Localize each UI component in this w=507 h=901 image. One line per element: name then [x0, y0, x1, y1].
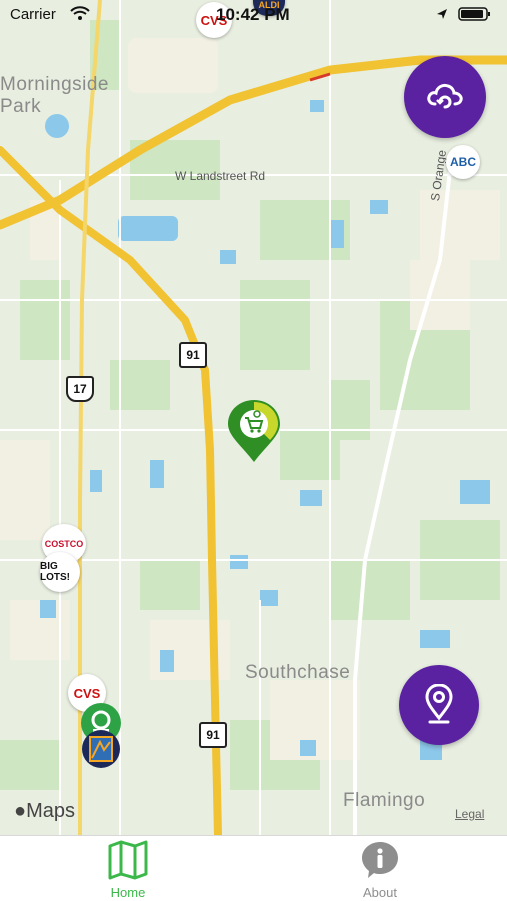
wifi-icon [70, 6, 90, 25]
place-label-flamingo: Flamingo [343, 790, 426, 811]
maps-attribution-label: Maps [26, 800, 75, 822]
cloud-refresh-icon [427, 83, 463, 109]
carrier-label: Carrier [10, 6, 56, 23]
location-pin-icon [425, 684, 453, 724]
my-location-button[interactable] [399, 665, 479, 745]
tab-bar: Home About [0, 835, 507, 901]
map-view[interactable]: Morningside Park Southchase Flamingo W L… [0, 0, 507, 835]
tab-home-label: Home [110, 885, 146, 900]
aldi-logo-icon [82, 730, 120, 768]
refresh-location-button[interactable] [404, 56, 486, 138]
selected-store-pin[interactable] [226, 400, 282, 469]
store-marker-aldi-bottom[interactable] [80, 730, 122, 773]
tab-about[interactable]: About [330, 840, 430, 900]
place-label-morningside-park: Morningside Park [0, 74, 109, 117]
store-marker-big-lots[interactable]: BIG LOTS! [40, 552, 80, 592]
route-shield-91-north: 91 [179, 342, 207, 368]
legal-link[interactable]: Legal [455, 807, 484, 821]
tab-home[interactable]: Home [78, 840, 178, 900]
tab-about-label: About [363, 885, 397, 900]
clock-label: 10:42 PM [216, 5, 290, 24]
status-bar: Carrier 10:42 PM [0, 0, 507, 30]
route-shield-91-south: 91 [199, 722, 227, 748]
cart-icon [228, 400, 280, 462]
place-label-southchase: Southchase [245, 662, 351, 683]
info-icon [362, 842, 398, 878]
apple-logo-icon: ● [14, 800, 27, 822]
route-shield-17: 17 [66, 376, 94, 402]
location-arrow-icon [437, 9, 447, 19]
store-marker-abc[interactable]: ABC [446, 145, 480, 179]
status-right-icons [435, 6, 495, 27]
map-icon [108, 840, 148, 880]
maps-attribution: ●Maps [14, 800, 75, 823]
road-label-w-landstreet: W Landstreet Rd [175, 169, 266, 183]
battery-icon [437, 7, 490, 21]
